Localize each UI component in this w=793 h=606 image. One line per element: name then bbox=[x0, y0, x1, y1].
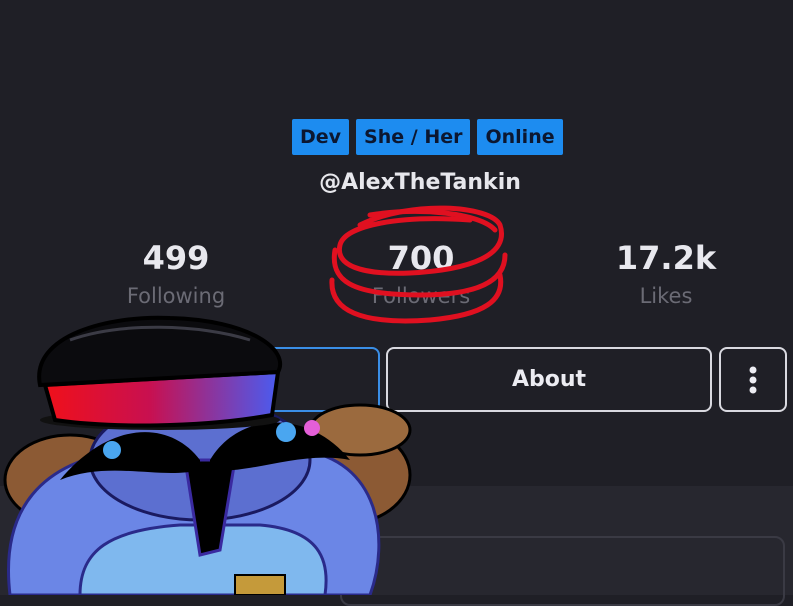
badge-row: Dev She / Her Online bbox=[292, 119, 563, 155]
following-label: Following bbox=[126, 284, 226, 308]
about-label: About bbox=[511, 367, 587, 392]
following-count: 499 bbox=[142, 239, 210, 277]
badge-pronouns[interactable]: She / Her bbox=[356, 119, 471, 155]
likes-count: 17.2k bbox=[615, 239, 717, 277]
stat-likes[interactable]: 17.2k Likes bbox=[576, 240, 756, 308]
badge-dev[interactable]: Dev bbox=[292, 119, 350, 155]
stat-following[interactable]: 499 Following bbox=[86, 240, 266, 308]
about-button[interactable]: About bbox=[386, 347, 712, 412]
username-handle: @AlexTheTankin bbox=[319, 170, 521, 195]
badge-online[interactable]: Online bbox=[477, 119, 563, 155]
more-options-button[interactable] bbox=[719, 347, 787, 412]
avatar-sticker bbox=[3, 315, 412, 595]
vertical-dots-icon bbox=[749, 366, 757, 393]
likes-label: Likes bbox=[639, 284, 693, 308]
